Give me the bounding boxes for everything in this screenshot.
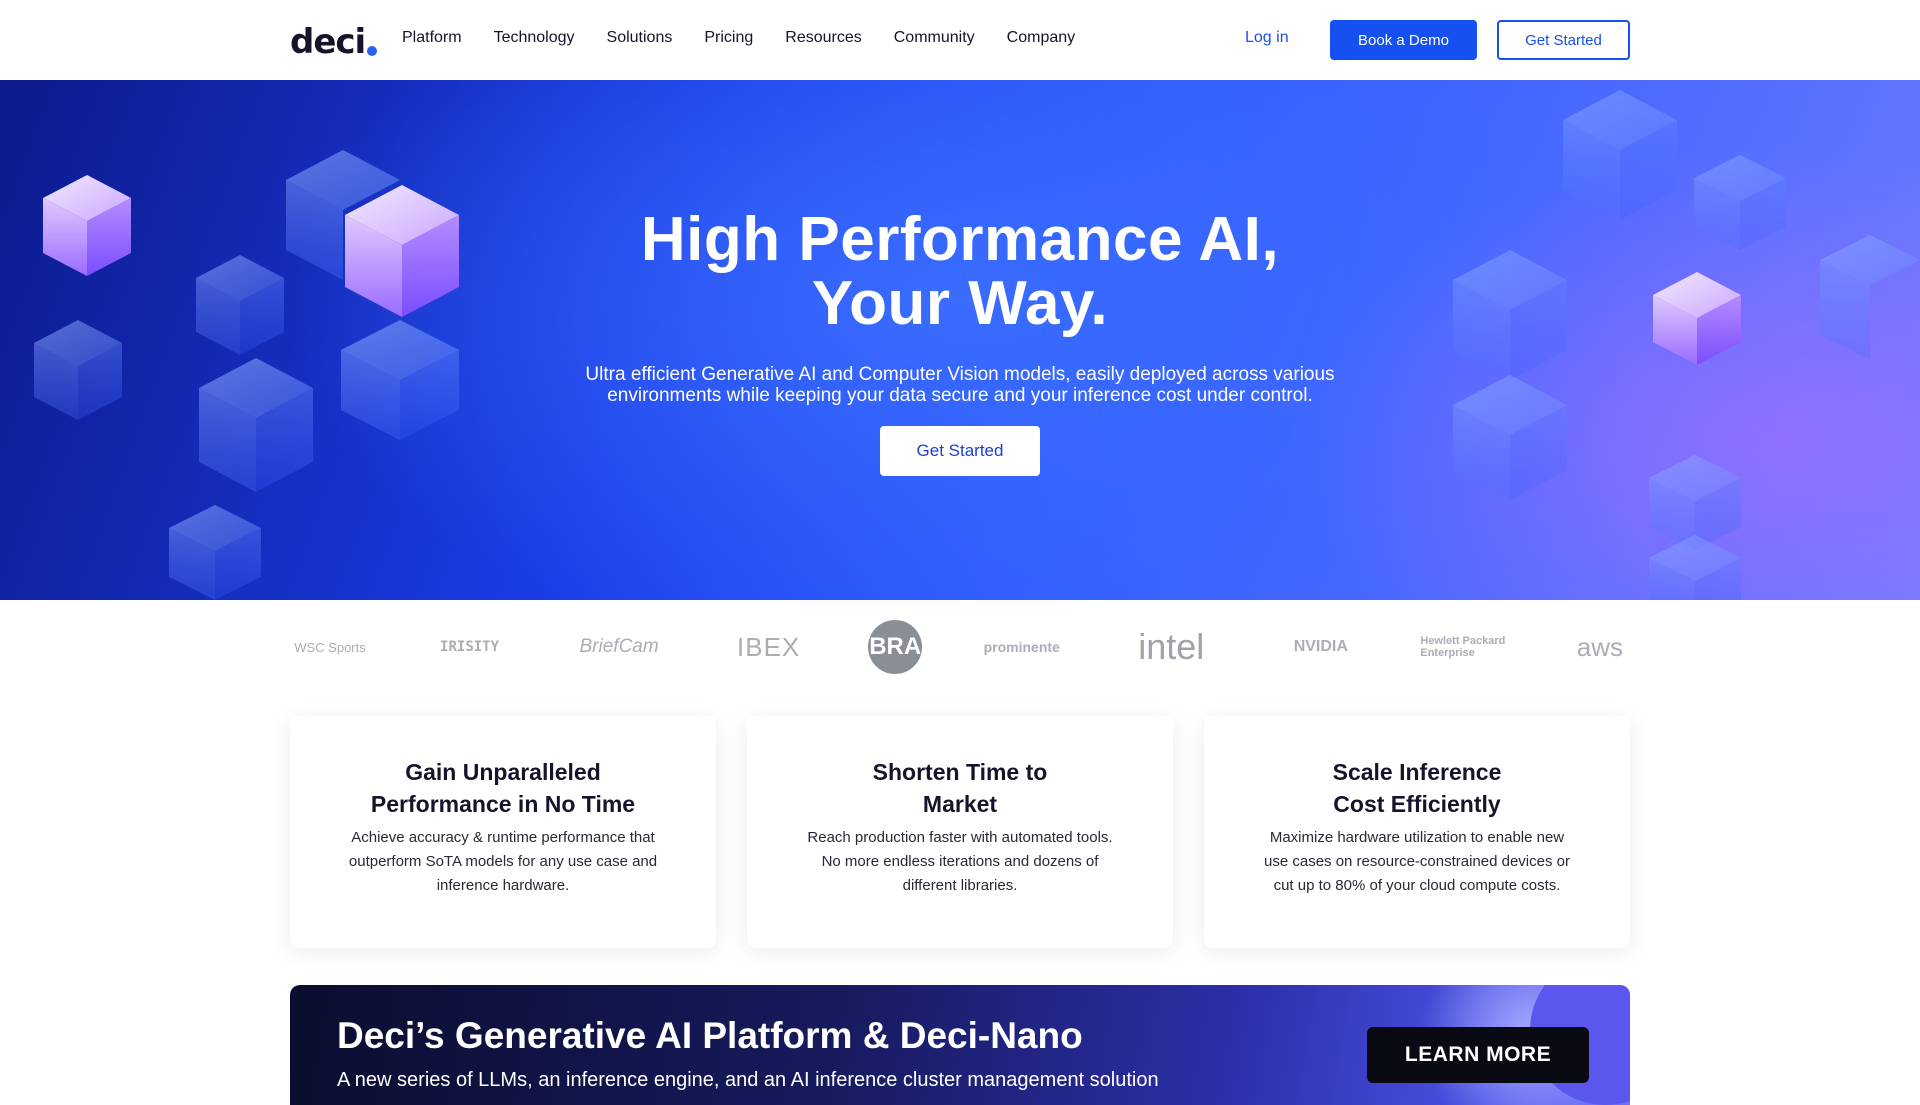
logo-hpe: Hewlett Packard Enterprise bbox=[1420, 635, 1506, 659]
menu-solutions[interactable]: Solutions bbox=[607, 29, 673, 47]
card-title-line1: Shorten Time to bbox=[872, 759, 1048, 785]
banner-subtitle: A new series of LLMs, an inference engin… bbox=[337, 1069, 1159, 1091]
card-title-line1: Scale Inference bbox=[1332, 759, 1502, 785]
menu-resources[interactable]: Resources bbox=[785, 29, 861, 47]
main-menu: Platform Technology Solutions Pricing Re… bbox=[402, 29, 1107, 47]
logo-text: deci bbox=[290, 22, 366, 62]
card-body-line2: outperform SoTA models for any use case … bbox=[348, 853, 658, 870]
promo-banner: Deci’s Generative AI Platform & Deci-Nan… bbox=[290, 985, 1630, 1105]
card-body: Maximize hardware utilization to enable … bbox=[1244, 826, 1590, 898]
card-body-line2: use cases on resource-constrained device… bbox=[1264, 853, 1570, 870]
card-body-line1: Maximize hardware utilization to enable … bbox=[1269, 829, 1565, 846]
hero-get-started-button[interactable]: Get Started bbox=[880, 426, 1040, 476]
learn-more-button[interactable]: LEARN MORE bbox=[1367, 1027, 1589, 1083]
card-body-line1: Achieve accuracy & runtime performance t… bbox=[351, 829, 655, 846]
card-body: Achieve accuracy & runtime performance t… bbox=[330, 826, 676, 898]
hero-title: High Performance AI, Your Way. bbox=[0, 208, 1920, 336]
menu-pricing[interactable]: Pricing bbox=[704, 29, 753, 47]
card-title-line2: Performance in No Time bbox=[370, 791, 636, 817]
card-title-line2: Market bbox=[922, 791, 998, 817]
logo-irisity: IRISITY bbox=[440, 639, 500, 655]
menu-platform[interactable]: Platform bbox=[402, 29, 462, 47]
logo-nvidia: NVIDIA bbox=[1293, 638, 1348, 655]
feature-card-inference-cost: Scale Inference Cost Efficiently Maximiz… bbox=[1204, 716, 1630, 948]
feature-card-time-to-market: Shorten Time to Market Reach production … bbox=[747, 716, 1173, 948]
logo-ibex: IBEX bbox=[737, 631, 801, 662]
card-body: Reach production faster with automated t… bbox=[787, 826, 1133, 898]
hero-section: High Performance AI, Your Way. Ultra eff… bbox=[0, 80, 1920, 600]
card-body-line3: inference hardware. bbox=[436, 877, 570, 894]
menu-technology[interactable]: Technology bbox=[494, 29, 575, 47]
deci-logo[interactable]: deci bbox=[290, 22, 378, 62]
get-started-nav-button[interactable]: Get Started bbox=[1497, 20, 1630, 60]
hero-title-line2: Your Way. bbox=[811, 269, 1109, 338]
card-body-line3: cut up to 80% of your cloud compute cost… bbox=[1273, 877, 1561, 894]
hero-subtitle-line2: environments while keeping your data sec… bbox=[607, 385, 1313, 406]
logo-intel: intel bbox=[1138, 626, 1205, 667]
card-body-line1: Reach production faster with automated t… bbox=[807, 829, 1113, 846]
hero-title-line1: High Performance AI, bbox=[640, 205, 1280, 274]
card-title: Scale Inference Cost Efficiently bbox=[1234, 756, 1600, 820]
card-body-line2: No more endless iterations and dozens of bbox=[821, 853, 1099, 870]
card-title-line1: Gain Unparalleled bbox=[405, 759, 601, 785]
logo-dot-icon bbox=[367, 46, 378, 56]
cube-decoration-icon bbox=[34, 90, 1920, 600]
login-link[interactable]: Log in bbox=[1245, 29, 1289, 47]
logo-aws: aws bbox=[1576, 631, 1624, 662]
feature-card-performance: Gain Unparalleled Performance in No Time… bbox=[290, 716, 716, 948]
logo-bra: BRA bbox=[868, 620, 923, 674]
card-title: Shorten Time to Market bbox=[777, 756, 1143, 820]
hero-subtitle: Ultra efficient Generative AI and Comput… bbox=[540, 364, 1380, 406]
card-title-line2: Cost Efficiently bbox=[1333, 791, 1501, 817]
top-nav: deci Platform Technology Solutions Prici… bbox=[0, 0, 1920, 80]
logo-prominente: prominente bbox=[983, 639, 1060, 655]
hero-subtitle-line1: Ultra efficient Generative AI and Comput… bbox=[585, 364, 1335, 385]
menu-community[interactable]: Community bbox=[894, 29, 975, 47]
card-body-line3: different libraries. bbox=[902, 877, 1018, 894]
banner-title: Deci’s Generative AI Platform & Deci-Nan… bbox=[337, 1015, 1083, 1056]
logo-wsc-sports: WSC Sports bbox=[294, 639, 366, 655]
book-demo-button[interactable]: Book a Demo bbox=[1330, 20, 1477, 60]
customer-logos: WSC Sports IRISITY BriefCam IBEX BRA pro… bbox=[290, 620, 1630, 674]
menu-company[interactable]: Company bbox=[1007, 29, 1075, 47]
logo-briefcam: BriefCam bbox=[579, 636, 659, 657]
card-title: Gain Unparalleled Performance in No Time bbox=[320, 756, 686, 820]
